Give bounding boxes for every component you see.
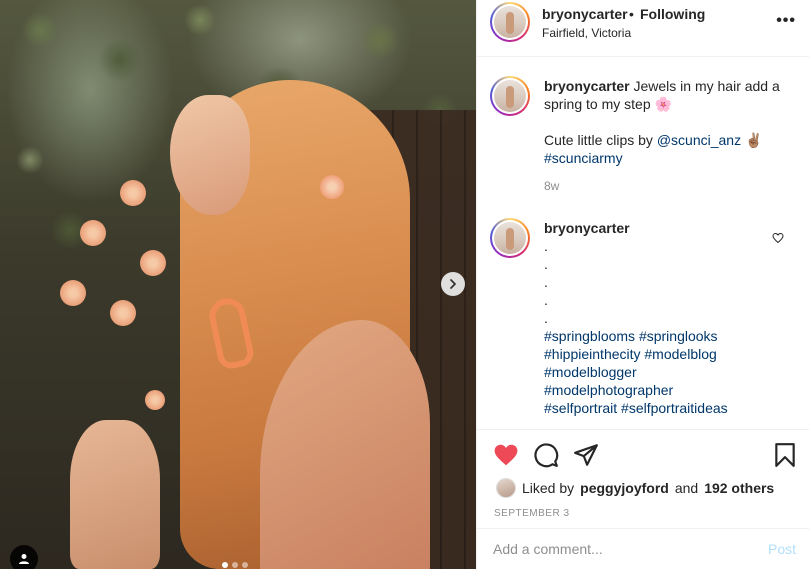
hashtag-link[interactable]: #modelblogger	[544, 364, 637, 380]
comment-bubble-icon[interactable]	[533, 442, 559, 468]
comment-dot: .	[544, 256, 548, 272]
photo-bouquet	[50, 180, 200, 440]
add-comment-bar: Post	[477, 528, 809, 569]
liker-username[interactable]: peggyjoyford	[580, 480, 669, 496]
comment-dot: .	[544, 310, 548, 326]
caption-credit: Cute little clips by	[544, 132, 653, 148]
caption-text: bryonycarter Jewels in my hair add a spr…	[544, 77, 789, 195]
photo-face	[170, 95, 250, 215]
liked-by-row: Liked by peggyjoyford and 192 others	[496, 478, 774, 498]
comment-dot: .	[544, 274, 548, 290]
comment-text: bryonycarter . . . . . #springblooms #sp…	[544, 219, 789, 417]
liked-by-and: and	[674, 480, 699, 496]
comment-dot: .	[544, 292, 548, 308]
share-paper-plane-icon[interactable]	[573, 442, 599, 468]
post-date[interactable]: SEPTEMBER 3	[494, 508, 570, 519]
comments-list[interactable]: bryonycarter Jewels in my hair add a spr…	[477, 58, 809, 428]
photo-hair-flower	[320, 175, 344, 199]
user-icon	[19, 554, 29, 564]
chevron-right-icon	[450, 279, 456, 289]
caption-timestamp[interactable]: 8w	[544, 177, 789, 195]
liked-heart-icon[interactable]	[493, 442, 519, 468]
location-link[interactable]: Fairfield, Victoria	[542, 26, 631, 40]
mention-link[interactable]: @scunci_anz	[657, 132, 741, 148]
next-slide-button[interactable]	[441, 272, 465, 296]
post-comment-button[interactable]: Post	[768, 541, 796, 557]
header-separator: •	[629, 6, 634, 22]
hashtag-link[interactable]: #selfportrait #selfportraitideas	[544, 400, 728, 416]
tagged-users-button[interactable]	[10, 545, 38, 569]
comment-username[interactable]: bryonycarter	[544, 220, 630, 236]
bookmark-icon[interactable]	[772, 442, 798, 468]
author-username[interactable]: bryonycarter	[542, 6, 628, 22]
comment-avatar[interactable]	[490, 218, 530, 258]
liked-by-prefix: Liked by	[522, 480, 575, 496]
hashtag-link[interactable]: #scunciarmy	[544, 150, 623, 166]
likes-count-link[interactable]: 192 others	[704, 480, 774, 496]
action-section: Liked by peggyjoyford and 192 others SEP…	[477, 429, 809, 569]
more-options-button[interactable]: •••	[776, 12, 796, 30]
caption-username[interactable]: bryonycarter	[544, 78, 630, 94]
carousel-dot	[222, 562, 228, 568]
peace-emoji: ✌🏽	[744, 132, 763, 148]
carousel-dot	[242, 562, 248, 568]
flower-emoji: 🌸	[654, 96, 672, 112]
post-side-panel: bryonycarter • Following Fairfield, Vict…	[476, 0, 809, 569]
post-header: bryonycarter • Following Fairfield, Vict…	[477, 0, 809, 57]
photo-hand	[70, 420, 160, 569]
carousel-dot	[232, 562, 238, 568]
hashtag-link[interactable]: #hippieinthecity #modelblog	[544, 346, 717, 362]
author-avatar[interactable]	[490, 2, 530, 42]
liker-avatar[interactable]	[496, 478, 516, 498]
comment-dot: .	[544, 238, 548, 254]
carousel-indicator	[222, 562, 248, 568]
comment-input[interactable]	[493, 541, 733, 557]
hashtag-link[interactable]: #modelphotographer	[544, 382, 673, 398]
hashtag-link[interactable]: #springblooms #springlooks	[544, 328, 718, 344]
caption-avatar[interactable]	[490, 76, 530, 116]
comment-like-heart-icon[interactable]	[772, 232, 784, 244]
following-button[interactable]: Following	[640, 6, 705, 22]
post-photo[interactable]	[0, 0, 476, 569]
